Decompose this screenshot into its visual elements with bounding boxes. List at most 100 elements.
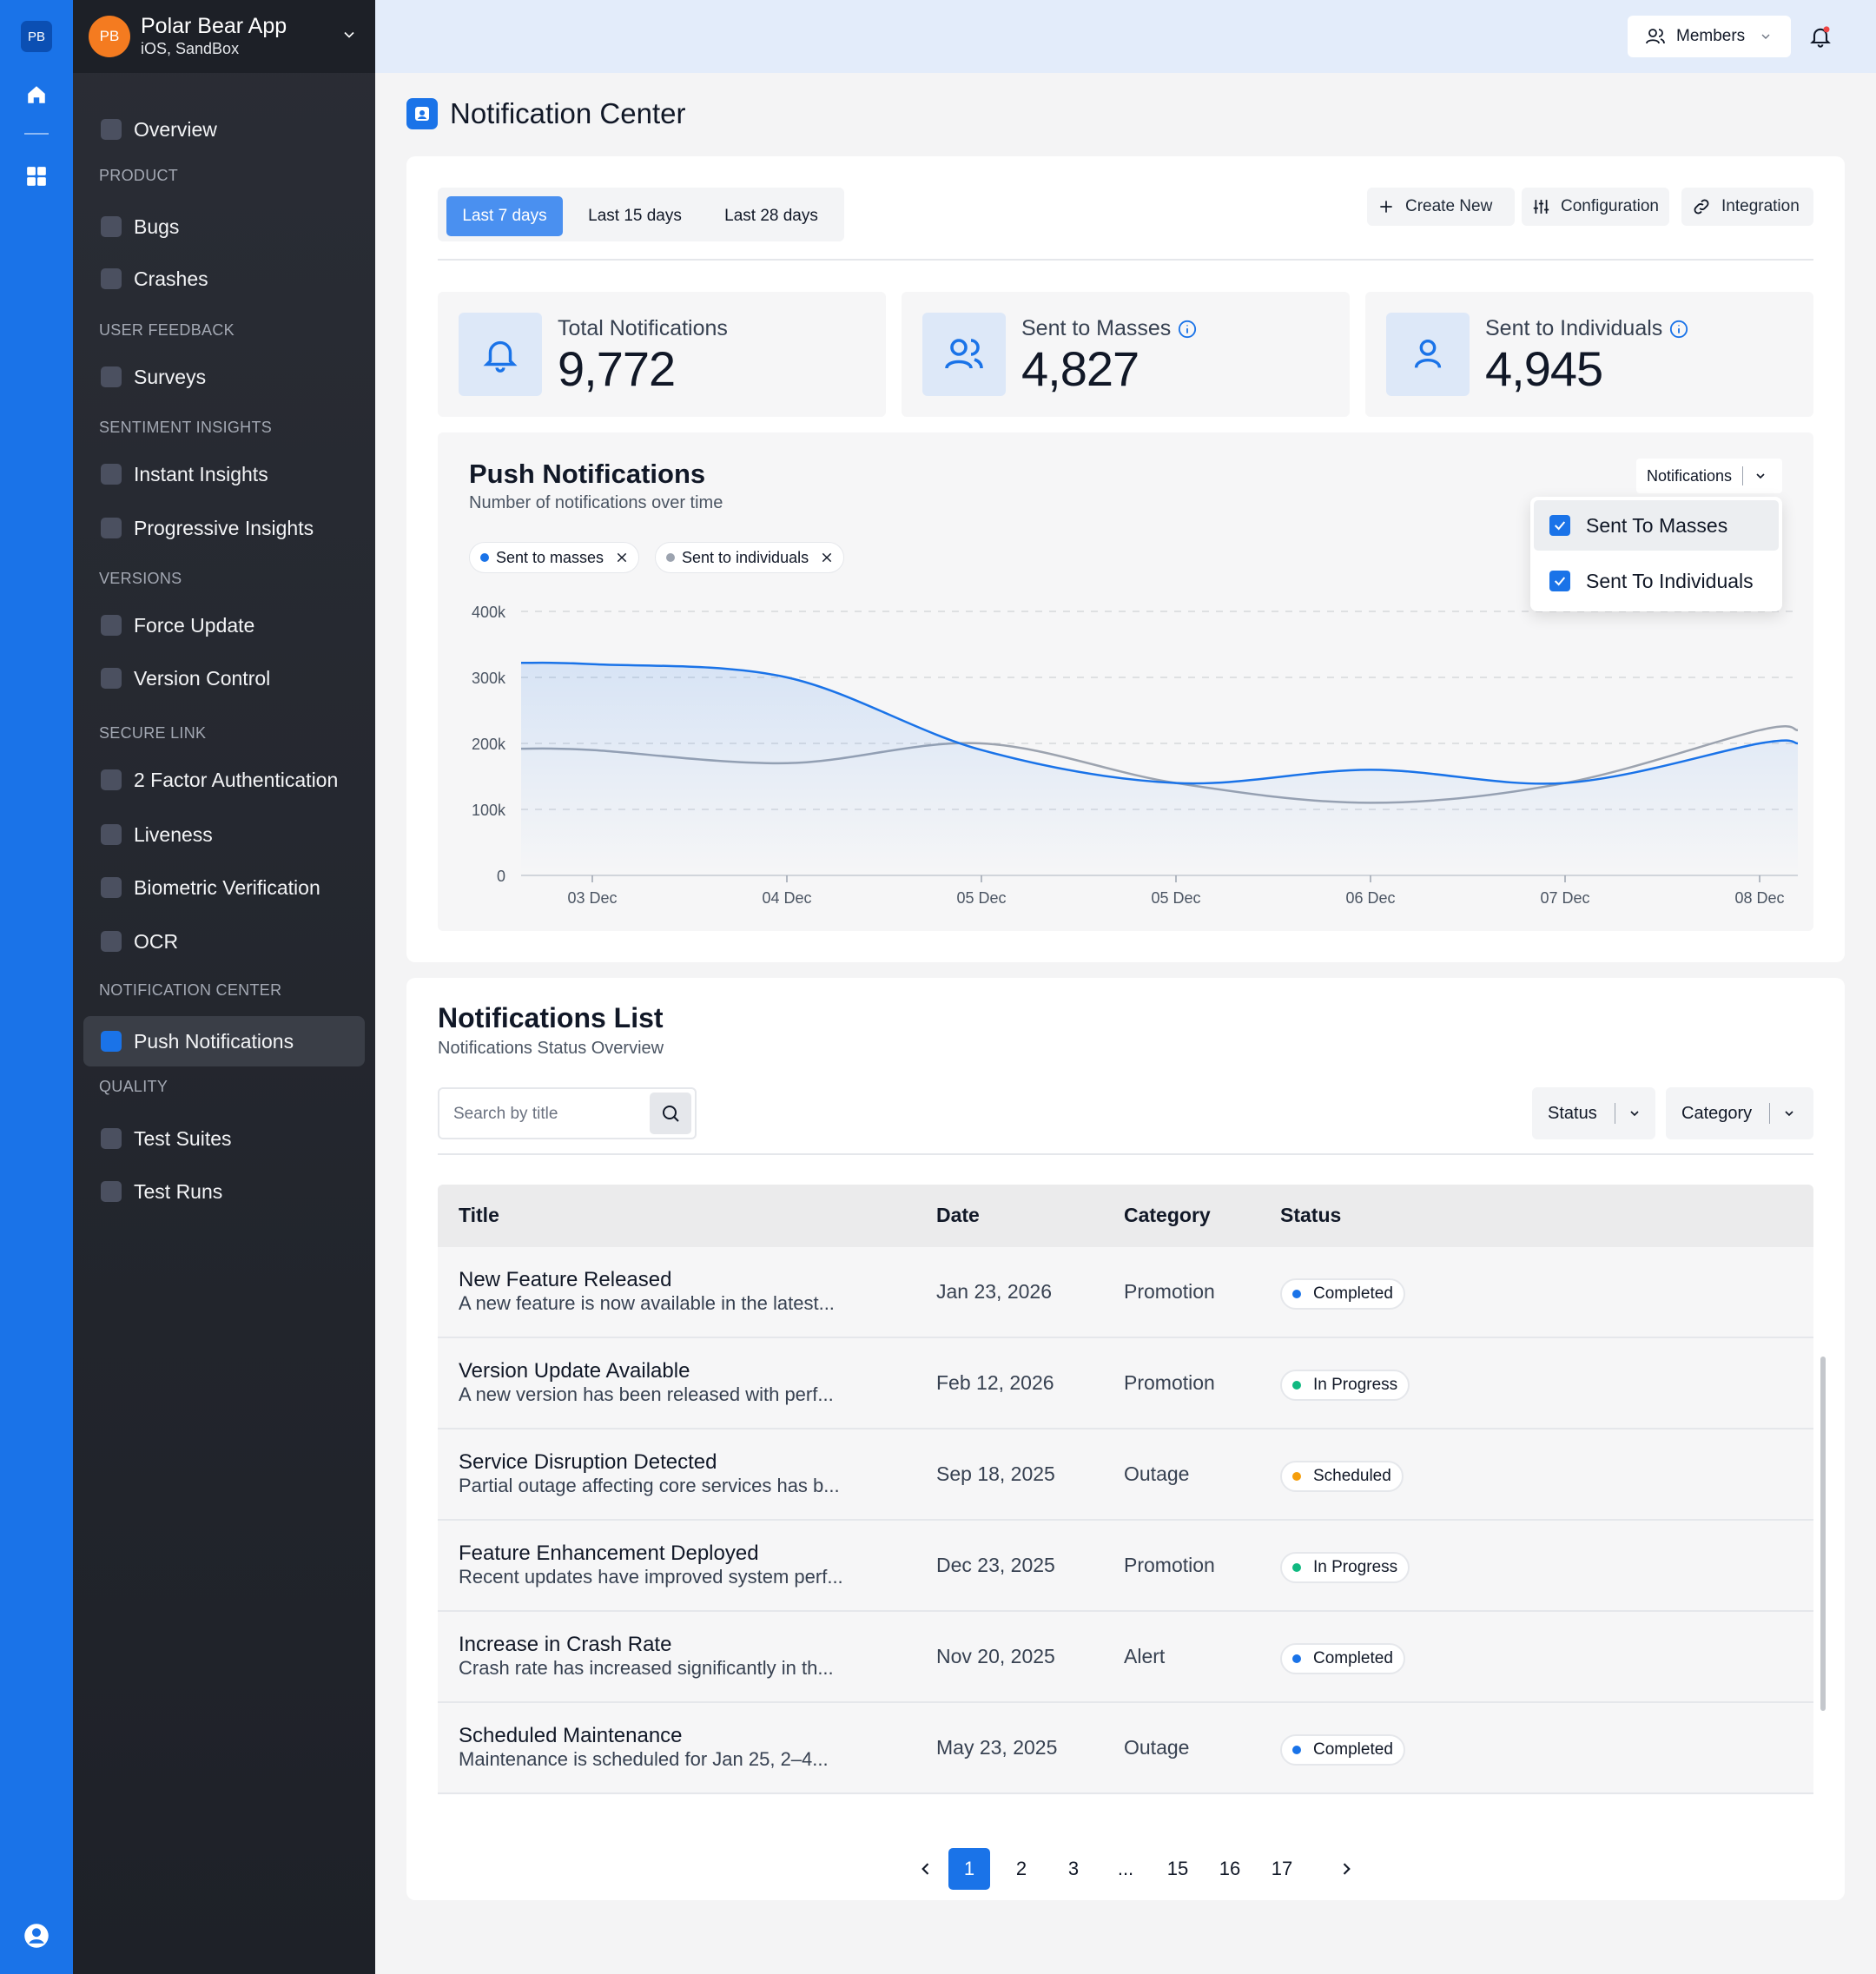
row-description: Crash rate has increased significantly i… [459,1657,834,1679]
chevron-left-icon[interactable] [905,1848,947,1890]
table-row[interactable]: Increase in Crash Rate Crash rate has inc… [438,1612,1813,1703]
table-row[interactable]: Scheduled Maintenance Maintenance is sche… [438,1703,1813,1794]
create-new-button[interactable]: Create New [1367,188,1515,226]
sidebar-item-label: OCR [134,929,179,953]
category-filter[interactable]: Category [1666,1087,1813,1139]
page-button-15[interactable]: 15 [1157,1848,1199,1890]
page-button-17[interactable]: 17 [1261,1848,1303,1890]
checkbox-checked-icon[interactable] [1549,571,1570,591]
range-last-28-days[interactable]: Last 28 days [705,196,837,236]
x-tick-label: 04 Dec [762,889,811,907]
sidebar-item-ocr[interactable]: OCR [83,916,365,967]
sidebar-item-push-notifications[interactable]: Push Notifications [83,1016,365,1066]
legend-dot [480,553,489,562]
sidebar-item-surveys[interactable]: Surveys [83,352,365,402]
row-date: Sep 18, 2025 [936,1462,1055,1485]
status-filter[interactable]: Status [1532,1087,1655,1139]
filter-chip-individuals[interactable]: Sent to individuals [655,542,845,573]
chart-title: Push Notifications [469,459,706,489]
sidebar-section-secure-link: SECURE LINK [99,724,207,742]
sidebar-item-crashes[interactable]: Crashes [83,254,365,304]
app-switcher[interactable]: PB Polar Bear App iOS, SandBox [73,0,375,73]
sidebar-item-overview[interactable]: Overview [83,104,365,155]
sidebar-item-force-update[interactable]: Force Update [83,600,365,650]
app-avatar: PB [89,16,130,57]
row-description: Recent updates have improved system perf… [459,1566,843,1588]
filter-chip-masses[interactable]: Sent to masses [469,542,640,573]
biometric-verification-icon [101,877,122,898]
notifications-select[interactable]: Notifications [1636,459,1782,493]
sidebar-item-liveness[interactable]: Liveness [83,809,365,860]
sidebar-section-product: PRODUCT [99,167,179,184]
row-date: May 23, 2025 [936,1736,1058,1759]
sidebar-item-label: Version Control [134,666,271,690]
surveys-icon [101,366,122,387]
column-date[interactable]: Date [936,1204,980,1227]
sidebar-item-bugs[interactable]: Bugs [83,201,365,252]
chevron-down-icon [1630,1111,1639,1117]
close-icon [617,552,627,563]
range-last-7-days[interactable]: Last 7 days [446,196,563,236]
x-tick-label: 03 Dec [567,889,617,907]
sidebar-item-2-factor-authentication[interactable]: 2 Factor Authentication [83,755,365,805]
page-title: Notification Center [450,97,686,129]
status-badge: Completed [1280,1278,1405,1310]
table-header: Title Date Category Status [438,1185,1813,1247]
status-badge: Scheduled [1280,1461,1404,1492]
row-date: Feb 12, 2026 [936,1371,1054,1394]
sidebar-item-test-runs[interactable]: Test Runs [83,1166,365,1217]
sidebar-item-version-control[interactable]: Version Control [83,653,365,703]
dropdown-item-masses[interactable]: Sent To Masses [1534,500,1779,551]
home-icon[interactable] [23,82,50,108]
liveness-icon [101,824,122,845]
rail-divider [24,133,49,135]
2-factor-authentication-icon [101,769,122,790]
sidebar-section-quality: QUALITY [99,1078,168,1095]
progressive-insights-icon [101,518,122,538]
row-description: A new feature is now available in the la… [459,1292,835,1314]
page-button-1[interactable]: 1 [948,1848,990,1890]
sidebar-item-biometric-verification[interactable]: Biometric Verification [83,862,365,913]
notifications-bell-icon[interactable] [1808,24,1833,53]
sidebar-item-test-suites[interactable]: Test Suites [83,1113,365,1164]
table-row[interactable]: Feature Enhancement Deployed Recent updat… [438,1521,1813,1612]
dropdown-label: Sent To Masses [1586,513,1728,537]
workspace-logo[interactable]: PB [21,21,52,52]
column-title[interactable]: Title [459,1204,499,1227]
grid-icon[interactable] [23,163,50,189]
bell-icon [459,313,542,396]
stat-value: 4,945 [1485,341,1603,396]
range-last-15-days[interactable]: Last 15 days [571,196,698,236]
sidebar-item-instant-insights[interactable]: Instant Insights [83,449,365,499]
overview-card: Last 7 days Last 15 days Last 28 days Cr… [406,156,1845,962]
row-category: Outage [1124,1462,1190,1485]
table-row[interactable]: New Feature Released A new feature is now… [438,1247,1813,1338]
configuration-button[interactable]: Configuration [1522,188,1669,226]
chevron-right-icon[interactable] [1325,1848,1367,1890]
page-button-3[interactable]: 3 [1053,1848,1094,1890]
sidebar-item-progressive-insights[interactable]: Progressive Insights [83,503,365,553]
page-button-16[interactable]: 16 [1209,1848,1251,1890]
chevron-down-icon[interactable] [340,26,358,48]
table-scrollbar[interactable] [1820,1357,1826,1711]
user-circle-icon[interactable] [23,1923,50,1949]
row-description: A new version has been released with per… [459,1383,834,1405]
column-status[interactable]: Status [1280,1204,1341,1227]
table-row[interactable]: Version Update Available A new version ha… [438,1338,1813,1429]
table-row[interactable]: Service Disruption Detected Partial outag… [438,1429,1813,1521]
divider [438,259,1813,261]
search-button[interactable] [650,1093,691,1134]
page-button-2[interactable]: 2 [1001,1848,1042,1890]
app-environment: iOS, SandBox [141,40,240,57]
column-category[interactable]: Category [1124,1204,1211,1227]
checkbox-checked-icon[interactable] [1549,515,1570,536]
members-dropdown[interactable]: Members [1628,16,1791,57]
dropdown-item-individuals[interactable]: Sent To Individuals [1534,556,1779,606]
push-notifications-icon [101,1031,122,1052]
force-update-icon [101,615,122,636]
integration-button[interactable]: Integration [1681,188,1813,226]
sidebar-item-label: Test Runs [134,1179,223,1203]
sliders-icon [1533,200,1549,214]
y-tick-label: 400k [472,604,506,621]
search-input[interactable] [453,1101,644,1127]
